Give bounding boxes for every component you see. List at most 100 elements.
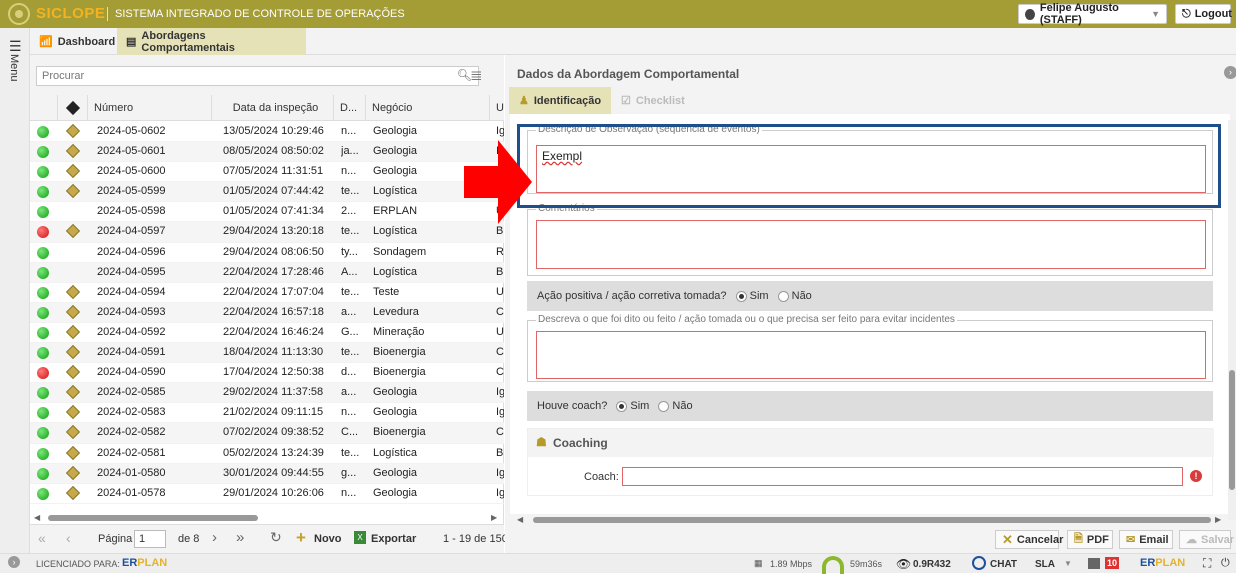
cell-negocio: Geologia	[373, 165, 418, 178]
descricao-textarea[interactable]: Exempl	[536, 145, 1206, 193]
houve-coach-nao-label[interactable]: Não	[672, 400, 692, 412]
acao-positiva-sim-radio[interactable]	[735, 290, 747, 302]
tab-abordagens[interactable]: ▤ Abordagens Comportamentais	[117, 28, 306, 55]
list-options-icon[interactable]: ≣	[470, 66, 483, 84]
col-negocio[interactable]: Negócio	[366, 95, 490, 121]
exportar-button[interactable]: Exportar	[371, 533, 416, 545]
acao-positiva-nao-label[interactable]: Não	[792, 290, 812, 302]
menu-label[interactable]: Menu	[8, 54, 20, 82]
table-row[interactable]: 2024-04-0597 29/04/2024 13:20:18 te... Logí…	[30, 222, 504, 243]
cell-data: 30/01/2024 09:44:55	[223, 466, 324, 479]
houve-coach-sim-radio[interactable]	[616, 400, 628, 412]
last-page-icon[interactable]: »	[236, 529, 244, 546]
form-scroll-thumb[interactable]	[533, 517, 1211, 523]
form-horizontal-scrollbar[interactable]: ◀ ▶	[515, 515, 1225, 525]
houve-coach-nao-radio[interactable]	[658, 400, 670, 412]
novo-button[interactable]: Novo	[314, 533, 342, 545]
logout-button[interactable]: ⎋ Logout	[1175, 4, 1232, 24]
search-input[interactable]: Procurar 🔍︎	[36, 66, 479, 86]
scroll-left-icon[interactable]: ◀	[34, 513, 40, 522]
cancelar-button[interactable]: ✕ Cancelar	[995, 530, 1063, 549]
hamburger-icon[interactable]: ☰	[9, 38, 22, 55]
table-row[interactable]: 2024-04-0595 22/04/2024 17:28:46 A... Logís…	[30, 262, 504, 283]
table-row[interactable]: 2024-04-0592 22/04/2024 16:46:24 G... Miner…	[30, 323, 504, 344]
col-data-inspecao[interactable]: Data da inspeção	[212, 95, 334, 121]
next-page-icon[interactable]: ›	[212, 529, 217, 546]
diamond-flag-icon	[65, 445, 81, 460]
status-green-icon	[37, 407, 49, 420]
table-row[interactable]: 2024-01-0578 29/01/2024 10:26:06 n... Geolo…	[30, 484, 504, 504]
fullscreen-icon[interactable]: ⛶	[1203, 556, 1211, 571]
scroll-right-icon[interactable]: ▶	[491, 513, 497, 522]
cell-numero: 2024-04-0591	[97, 346, 166, 359]
table-row[interactable]: 2024-05-0600 07/05/2024 11:31:51 n... Geolo…	[30, 162, 504, 183]
col-flag[interactable]	[58, 95, 88, 121]
table-row[interactable]: 2024-04-0594 22/04/2024 17:07:04 te... Test…	[30, 283, 504, 303]
table-row[interactable]: 2024-04-0593 22/04/2024 16:57:18 a... Leved…	[30, 302, 504, 323]
person-icon: ♟	[519, 95, 529, 107]
power-icon[interactable]: ⏻	[1221, 557, 1230, 570]
diamond-flag-icon	[65, 144, 81, 159]
coach-input[interactable]	[622, 467, 1183, 486]
chat-button[interactable]: CHAT	[990, 559, 1017, 570]
sla-button[interactable]: SLA	[1035, 559, 1055, 570]
salvar-button[interactable]: ☁ Salvar	[1179, 530, 1234, 549]
refresh-icon[interactable]: ↻	[270, 529, 282, 546]
list-panel: Procurar 🔍︎ ≣ Número Data da inspeção D.…	[30, 55, 508, 553]
table-row[interactable]: 2024-04-0591 18/04/2024 11:13:30 te... Bioe…	[30, 343, 504, 364]
table-row[interactable]: 2024-05-0601 08/05/2024 08:50:02 ja... Geol…	[30, 142, 504, 163]
table-row[interactable]: 2024-05-0599 01/05/2024 07:44:42 te... Logí…	[30, 182, 504, 203]
table-row[interactable]: 2024-02-0583 21/02/2024 09:11:15 n... Geolo…	[30, 403, 504, 424]
notification-badge[interactable]: 10	[1105, 557, 1120, 569]
email-button[interactable]: ✉ Email	[1119, 530, 1173, 549]
form-scroll-right-icon[interactable]: ▶	[1215, 515, 1221, 524]
col-status[interactable]	[30, 95, 58, 121]
list-horizontal-scrollbar[interactable]: ◀ ▶	[30, 513, 504, 523]
diamond-flag-icon	[65, 324, 81, 340]
expand-icon[interactable]: ›	[8, 556, 20, 568]
comentarios-textarea[interactable]	[536, 220, 1206, 269]
form-title: Dados da Abordagem Comportamental	[517, 67, 740, 81]
form-vertical-scrollbar[interactable]	[1228, 120, 1236, 520]
form-vertical-thumb[interactable]	[1229, 370, 1235, 490]
sla-chevron-icon[interactable]: ▼	[1064, 559, 1072, 568]
acao-positiva-sim-label[interactable]: Sim	[750, 290, 769, 302]
table-row[interactable]: 2024-05-0598 01/05/2024 07:41:34 2... ERPLA…	[30, 202, 504, 223]
table-row[interactable]: 2024-02-0581 05/02/2024 13:24:39 te... Logí…	[30, 444, 504, 464]
pdf-button[interactable]: 🗎 PDF	[1067, 530, 1113, 549]
prev-page-icon[interactable]: ‹	[66, 530, 71, 546]
pdf-icon: 🗎	[1074, 533, 1083, 545]
houve-coach-sim-label[interactable]: Sim	[630, 400, 649, 412]
cell-numero: 2024-02-0581	[97, 446, 166, 459]
cell-u: Ig	[496, 386, 504, 399]
descreva-textarea[interactable]	[536, 331, 1206, 379]
table-row[interactable]: 2024-05-0602 13/05/2024 10:29:46 n... Geolo…	[30, 122, 504, 143]
table-row[interactable]: 2024-04-0596 29/04/2024 08:06:50 ty... Sond…	[30, 243, 504, 263]
tab-dashboard[interactable]: 📶 Dashboard	[30, 28, 116, 55]
cancel-x-icon: ✕	[1002, 531, 1013, 547]
table-row[interactable]: 2024-01-0580 30/01/2024 09:44:55 g... Geolo…	[30, 463, 504, 484]
collapse-panel-icon[interactable]: ›	[1224, 66, 1236, 79]
diamond-flag-icon	[65, 465, 81, 480]
col-u[interactable]: U	[490, 95, 504, 121]
cell-u: Ig	[496, 486, 504, 499]
page-number-input[interactable]: 1	[134, 530, 166, 548]
cell-numero: 2024-05-0602	[97, 125, 166, 137]
acao-positiva-nao-radio[interactable]	[777, 290, 789, 302]
user-menu-button[interactable]: Felipe Augusto (STAFF) ▼	[1018, 2, 1167, 26]
first-page-icon[interactable]: «	[38, 530, 46, 546]
col-d[interactable]: D...	[334, 95, 366, 121]
form-scroll-left-icon[interactable]: ◀	[517, 515, 523, 524]
table-row[interactable]: 2024-02-0585 29/02/2024 11:37:58 a... Geolo…	[30, 383, 504, 404]
status-green-icon	[37, 206, 49, 219]
table-row[interactable]: 2024-04-0590 17/04/2024 12:50:38 d... Bioen…	[30, 363, 504, 384]
list-scroll-thumb[interactable]	[48, 515, 258, 521]
app-logo[interactable]: SICLOPE	[36, 5, 105, 22]
tab-identificacao[interactable]: ♟ Identificação	[509, 87, 612, 114]
table-row[interactable]: 2024-02-0582 07/02/2024 09:38:52 C... Bioen…	[30, 423, 504, 444]
col-numero[interactable]: Número	[88, 95, 212, 121]
table-body: 2024-05-0602 13/05/2024 10:29:46 n... Geolo…	[30, 122, 504, 504]
tab-checklist[interactable]: ☑ Checklist	[611, 87, 695, 114]
side-menu-rail[interactable]: ☰ Menu	[0, 28, 30, 553]
chat-icon[interactable]	[972, 556, 986, 570]
